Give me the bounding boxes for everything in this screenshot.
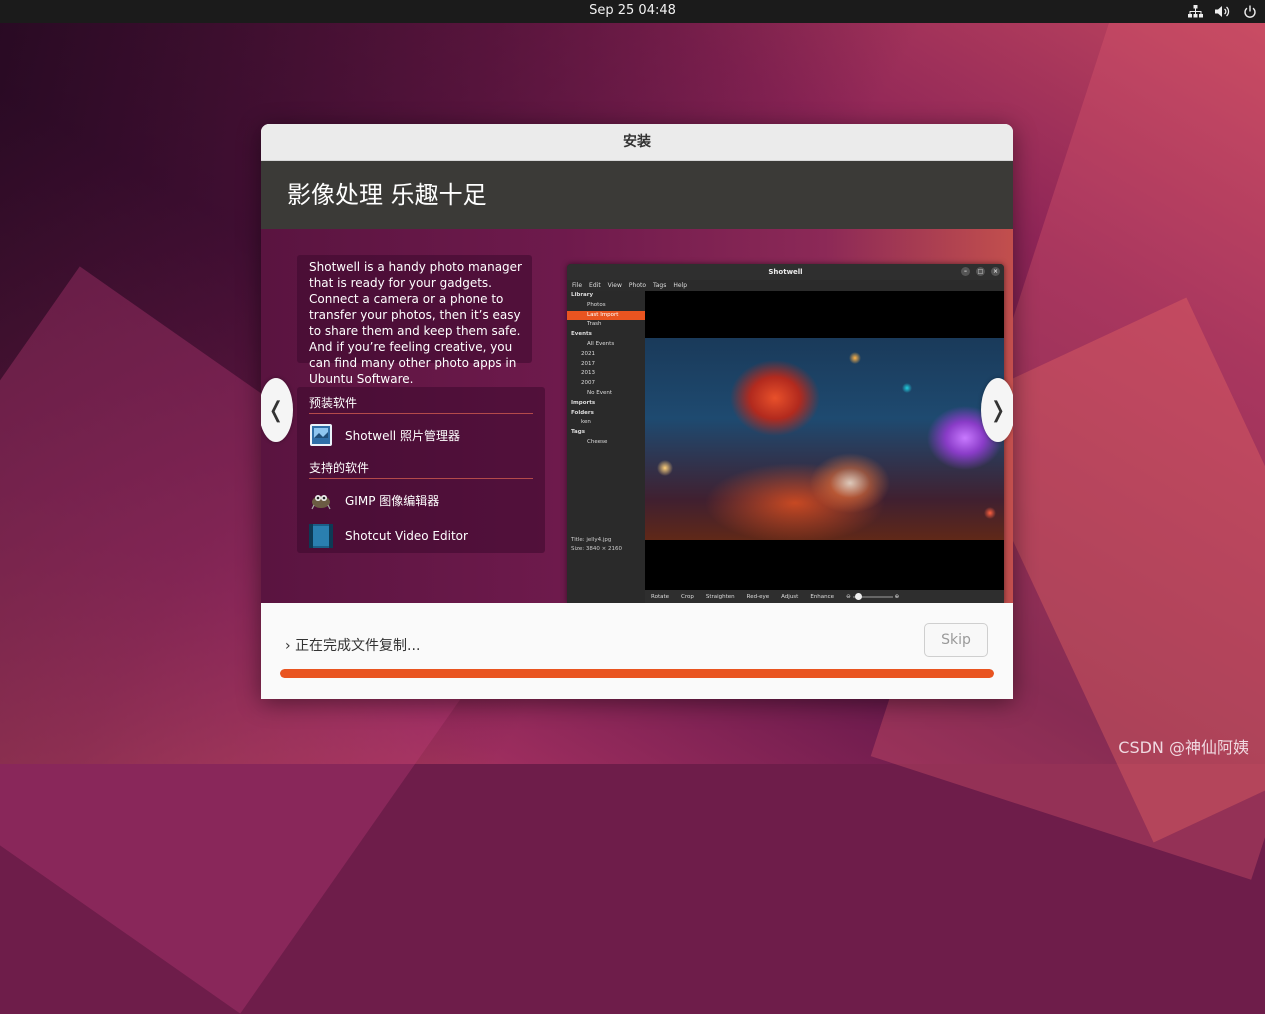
app-item-shotcut: Shotcut Video Editor [309,521,533,551]
previous-slide-button[interactable]: ❬ [261,378,293,442]
menu-item: Help [673,282,688,289]
screenshot-sidebar: Library Photos Last Import Trash Events … [567,291,645,603]
info-label: Size: [571,546,585,552]
chevron-right-icon: › [285,638,291,654]
sidebar-row: ken [581,419,591,426]
screenshot-toolbar: Rotate Crop Straighten Red-eye Adjust En… [645,590,1004,603]
sidebar-row: Events [571,331,592,338]
slide-description: Shotwell is a handy photo manager that i… [297,255,532,386]
tool-item: Rotate [651,594,670,600]
network-icon[interactable] [1188,5,1203,18]
zoom-out-icon: ⊖ [846,594,851,600]
sidebar-row: Imports [571,399,596,406]
close-icon: × [991,267,1000,276]
slideshow: Shotwell is a handy photo manager that i… [261,229,1013,603]
minimize-icon: – [961,267,970,276]
maximize-icon: □ [976,267,985,276]
sidebar-row: No Event [587,389,612,396]
power-icon[interactable] [1243,5,1257,19]
progress-bar [280,669,994,678]
zoom-slider: ⊖ ⊕ [846,593,900,600]
chevron-left-icon: ❬ [266,397,286,423]
menu-item: Edit [589,282,601,289]
shotwell-icon [309,423,333,447]
tool-item: Straighten [705,594,735,600]
chevron-right-icon: ❭ [988,397,1008,423]
tool-item: Adjust [781,594,799,600]
jellyfish-photo [645,338,1004,540]
status-expander[interactable]: › 正在完成文件复制... [285,635,420,655]
tool-item: Red-eye [746,594,770,600]
info-value: jelly4.jpg [586,537,612,543]
screenshot-menubar: File Edit View Photo Tags Help [567,280,1004,291]
volume-icon[interactable] [1215,5,1231,18]
sidebar-row: Cheese [587,438,608,445]
watermark: CSDN @神仙阿姨 [1118,738,1249,757]
menu-item: File [572,282,583,289]
sidebar-row: Photos [587,301,606,308]
gimp-icon [309,488,333,512]
sidebar-row: 2021 [581,350,595,357]
shotwell-screenshot: Shotwell – □ × File Edit View Photo Tags… [567,264,1004,603]
screenshot-window-controls: – □ × [961,267,1000,276]
sidebar-row: Last Import [567,310,645,321]
sidebar-row: 2007 [581,380,595,387]
sidebar-row: Trash [587,321,602,328]
tool-item: Enhance [810,594,835,600]
app-list-panel: 预装软件 Shotwell 照片管理器 支持的软件 GIMP 图像编辑器 Sho… [297,387,545,553]
preinstalled-label: 预装软件 [309,391,533,414]
window-title: 安装 [261,124,1013,161]
sidebar-row: Library [571,292,594,298]
app-item-shotwell: Shotwell 照片管理器 [309,420,533,450]
top-bar: Sep 25 04:48 [0,0,1265,23]
sidebar-row: 2013 [581,370,595,377]
info-label: Title: [571,537,585,543]
menu-item: Tags [653,282,667,289]
system-tray[interactable] [1188,2,1257,21]
app-name: Shotcut Video Editor [345,529,468,543]
installer-window: 安装 影像处理 乐趣十足 Shotwell is a handy photo m… [261,124,1013,699]
zoom-in-icon: ⊕ [894,594,900,600]
info-value: 3840 × 2160 [585,546,623,552]
sidebar-row: Tags [571,429,585,436]
menu-item: Photo [628,282,647,289]
app-name: GIMP 图像编辑器 [345,493,440,508]
menu-item: View [607,282,622,289]
supported-label: 支持的软件 [309,456,533,479]
clock[interactable]: Sep 25 04:48 [0,3,1265,18]
screenshot-title: Shotwell – □ × [567,264,1004,280]
progress-fill [280,669,994,678]
install-status-area: › 正在完成文件复制... Skip [261,603,1013,699]
screenshot-photo-view [645,291,1004,590]
status-text: 正在完成文件复制... [295,638,421,654]
slide-heading: 影像处理 乐趣十足 [261,161,1013,229]
sidebar-row: Folders [571,409,594,416]
sidebar-row: All Events [587,340,615,347]
skip-button[interactable]: Skip [924,623,988,657]
shotcut-icon [309,524,333,548]
tool-item: Crop [681,594,694,600]
app-name: Shotwell 照片管理器 [345,428,460,443]
app-item-gimp: GIMP 图像编辑器 [309,485,533,515]
screenshot-photo-info: Title: jelly4.jpg Size: 3840 × 2160 [571,536,622,554]
sidebar-row: 2017 [581,360,595,367]
next-slide-button[interactable]: ❭ [981,378,1013,442]
